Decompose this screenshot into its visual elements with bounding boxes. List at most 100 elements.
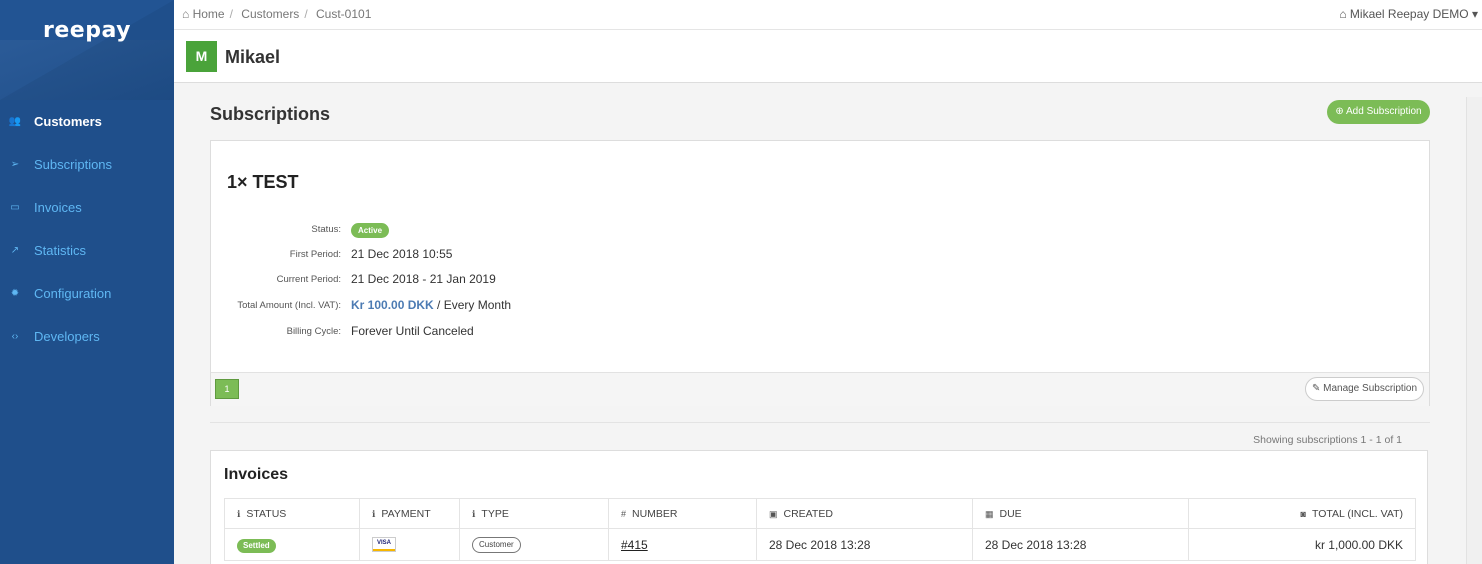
- cell-payment: VISA: [359, 528, 460, 561]
- caret-down-icon: ▾: [1471, 7, 1478, 21]
- cell-total: kr 1,000.00 DKK: [1188, 528, 1416, 561]
- billing-cycle-label: Billing Cycle:: [286, 326, 341, 337]
- topbar: ⌂ Home / Customers / Cust-0101 ⌂ Mikael Re…: [174, 0, 1482, 30]
- invoices-panel: Invoices ℹ STATUS ℹ PAYMENT ℹ TYPE # NUMBER …: [210, 450, 1428, 564]
- column-created[interactable]: ▣ CREATED: [756, 498, 973, 529]
- sidebar-item-label: Developers: [34, 329, 100, 344]
- column-label: TYPE: [481, 507, 509, 520]
- amount: Kr 100.00 DKK: [351, 298, 434, 312]
- breadcrumb-current: Cust-0101: [316, 7, 372, 21]
- column-label: NUMBER: [632, 507, 678, 520]
- column-due[interactable]: ▦ DUE: [972, 498, 1189, 529]
- sidebar-item-label: Subscriptions: [34, 157, 113, 172]
- column-type[interactable]: ℹ TYPE: [459, 498, 609, 529]
- breadcrumb-separator: /: [304, 7, 308, 21]
- money-icon: ◙: [1300, 508, 1306, 519]
- billing-cycle-value: Forever Until Canceled: [351, 324, 474, 338]
- home-icon: ⌂: [182, 7, 190, 21]
- total-amount-row: Total Amount (Incl. VAT): Kr 100.00 DKK …: [211, 296, 811, 316]
- gear-icon: ✹: [10, 288, 20, 299]
- total-amount-value: Kr 100.00 DKK / Every Month: [351, 298, 511, 312]
- home-icon: ⌂: [1339, 7, 1347, 21]
- user-menu[interactable]: ⌂ Mikael Reepay DEMO ▾: [1339, 7, 1478, 21]
- add-subscription-label: Add Subscription: [1346, 106, 1422, 117]
- invoices-table: ℹ STATUS ℹ PAYMENT ℹ TYPE # NUMBER ▣ CREATED …: [224, 498, 1416, 561]
- plus-circle-icon: ⊕: [1335, 106, 1344, 117]
- column-label: CREATED: [783, 507, 833, 520]
- first-period-label: First Period:: [289, 249, 341, 260]
- info-icon: ℹ: [372, 508, 376, 519]
- info-icon: ℹ: [237, 508, 241, 519]
- table-row[interactable]: Settled VISA Customer #415 28 Dec 2018 1…: [224, 528, 1416, 561]
- calendar-icon: ▦: [985, 508, 994, 519]
- sidebar-decoration-2: [0, 40, 174, 100]
- current-period-value: 21 Dec 2018 - 21 Jan 2019: [351, 272, 496, 286]
- code-icon: ‹›: [11, 331, 19, 342]
- cell-due: 28 Dec 2018 13:28: [972, 528, 1189, 561]
- info-icon: ℹ: [472, 508, 476, 519]
- subscriptions-count: Showing subscriptions 1 - 1 of 1: [1253, 434, 1402, 446]
- status-label: Status:: [311, 224, 341, 235]
- sidebar-item-label: Statistics: [34, 243, 87, 258]
- hash-icon: #: [621, 508, 627, 519]
- column-label: STATUS: [246, 507, 287, 520]
- column-payment[interactable]: ℹ PAYMENT: [359, 498, 460, 529]
- avatar: M: [186, 41, 217, 72]
- breadcrumb: ⌂ Home / Customers / Cust-0101: [182, 7, 371, 21]
- current-period-label: Current Period:: [276, 274, 341, 285]
- calendar-check-icon: ▣: [769, 508, 778, 519]
- scrollbar[interactable]: [1466, 97, 1482, 564]
- status-row: Status: Active: [211, 220, 811, 240]
- first-period-row: First Period: 21 Dec 2018 10:55: [211, 245, 811, 265]
- divider: [210, 422, 1430, 423]
- sidebar-item-subscriptions[interactable]: ➢ Subscriptions: [0, 143, 174, 186]
- subscription-footer: 1 ✎ Manage Subscription: [211, 372, 1429, 406]
- table-header-row: ℹ STATUS ℹ PAYMENT ℹ TYPE # NUMBER ▣ CREATED …: [224, 498, 1416, 529]
- status-badge: Active: [351, 223, 390, 238]
- cell-status: Settled: [224, 528, 360, 561]
- pagination-page-1[interactable]: 1: [215, 379, 239, 399]
- sidebar-item-label: Invoices: [34, 200, 82, 215]
- breadcrumb-home[interactable]: Home: [193, 7, 225, 21]
- total-amount-label: Total Amount (Incl. VAT):: [237, 300, 341, 311]
- breadcrumb-separator: /: [229, 7, 233, 21]
- amount-period: / Every Month: [433, 298, 512, 312]
- cell-created: 28 Dec 2018 13:28: [756, 528, 973, 561]
- sidebar-item-label: Customers: [34, 114, 102, 129]
- column-status[interactable]: ℹ STATUS: [224, 498, 360, 529]
- column-total[interactable]: ◙ TOTAL (INCL. VAT): [1188, 498, 1416, 529]
- add-subscription-button[interactable]: ⊕ Add Subscription: [1327, 100, 1430, 124]
- column-label: TOTAL (INCL. VAT): [1311, 507, 1403, 520]
- column-label: DUE: [999, 507, 1022, 520]
- invoices-title: Invoices: [224, 466, 289, 483]
- invoice-number-link[interactable]: #415: [621, 538, 648, 552]
- credit-card-icon: ▭: [10, 202, 20, 213]
- visa-card-icon: VISA: [372, 537, 396, 553]
- column-label: PAYMENT: [381, 507, 431, 520]
- subscription-title: 1× TEST: [227, 172, 299, 192]
- subscription-panel: 1× TEST Status: Active First Period: 21 …: [210, 140, 1430, 406]
- sidebar-item-label: Configuration: [34, 286, 112, 301]
- type-badge: Customer: [472, 537, 521, 553]
- trend-icon: ↗: [10, 245, 20, 256]
- cell-type: Customer: [459, 528, 609, 561]
- manage-subscription-label: Manage Subscription: [1323, 383, 1418, 394]
- sidebar-item-invoices[interactable]: ▭ Invoices: [0, 186, 174, 229]
- sidebar-item-customers[interactable]: 👥 Customers: [0, 100, 174, 143]
- cell-number: #415: [608, 528, 757, 561]
- manage-subscription-button[interactable]: ✎ Manage Subscription: [1305, 377, 1424, 401]
- customer-name: Mikael: [225, 47, 281, 67]
- users-icon: 👥: [8, 116, 22, 127]
- status-badge: Settled: [237, 538, 276, 553]
- column-number[interactable]: # NUMBER: [608, 498, 757, 529]
- subscriptions-title: Subscriptions: [210, 104, 331, 124]
- first-period-value: 21 Dec 2018 10:55: [351, 247, 453, 261]
- reepay-logo[interactable]: reepay: [0, 18, 174, 43]
- paper-plane-icon: ➢: [10, 159, 20, 170]
- user-menu-label: Mikael Reepay DEMO: [1349, 7, 1469, 21]
- current-period-row: Current Period: 21 Dec 2018 - 21 Jan 201…: [211, 270, 811, 290]
- customer-header: M Mikael: [174, 30, 1482, 83]
- billing-cycle-row: Billing Cycle: Forever Until Canceled: [211, 322, 811, 342]
- breadcrumb-customers[interactable]: Customers: [241, 7, 299, 21]
- status-value: Active: [351, 222, 390, 238]
